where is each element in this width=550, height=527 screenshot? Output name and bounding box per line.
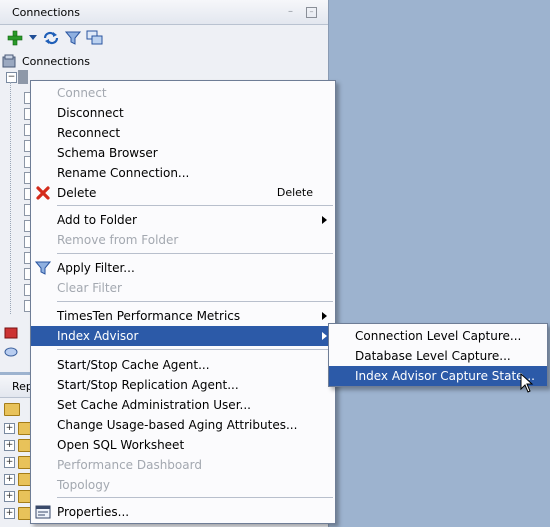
submenu-item-index-advisor-capture-state[interactable]: Index Advisor Capture State... bbox=[329, 366, 547, 386]
add-connection-icon[interactable] bbox=[6, 29, 24, 47]
menu-separator bbox=[57, 497, 333, 498]
menu-item-shortcut: Delete bbox=[276, 186, 313, 199]
submenu-item-label: Connection Level Capture... bbox=[355, 329, 522, 343]
menu-separator bbox=[57, 301, 333, 302]
index-advisor-submenu: Connection Level Capture... Database Lev… bbox=[328, 323, 548, 387]
tree-node[interactable] bbox=[6, 252, 34, 264]
tree-node[interactable] bbox=[6, 300, 34, 312]
menu-item-schema-browser[interactable]: Schema Browser bbox=[31, 143, 335, 163]
menu-separator bbox=[57, 349, 333, 350]
maximize-icon[interactable]: – bbox=[306, 7, 317, 18]
tree-node[interactable] bbox=[6, 220, 34, 232]
submenu-arrow-icon bbox=[322, 216, 327, 224]
tree-node[interactable] bbox=[6, 172, 34, 184]
tree-root-label: Connections bbox=[22, 54, 90, 68]
menu-item-label: TimesTen Performance Metrics bbox=[57, 309, 241, 323]
menu-item-label: Remove from Folder bbox=[57, 233, 179, 247]
menu-item-label: Performance Dashboard bbox=[57, 458, 202, 472]
menu-item-label: Start/Stop Replication Agent... bbox=[57, 378, 239, 392]
menu-item-clear-filter[interactable]: Clear Filter bbox=[31, 278, 335, 298]
mouse-cursor-icon bbox=[520, 373, 534, 393]
filter-icon bbox=[35, 260, 51, 276]
delete-x-icon bbox=[35, 185, 51, 201]
menu-item-label: Index Advisor bbox=[57, 329, 139, 343]
tree-node[interactable] bbox=[6, 140, 34, 152]
menu-item-rename-connection[interactable]: Rename Connection... bbox=[31, 163, 335, 183]
tree-node[interactable] bbox=[6, 236, 34, 248]
tree-node[interactable] bbox=[6, 268, 34, 280]
menu-item-reconnect[interactable]: Reconnect bbox=[31, 123, 335, 143]
menu-item-performance-dashboard[interactable]: Performance Dashboard bbox=[31, 455, 335, 475]
menu-item-properties[interactable]: Properties... bbox=[31, 502, 335, 522]
submenu-item-connection-level-capture[interactable]: Connection Level Capture... bbox=[329, 326, 547, 346]
tree-node[interactable] bbox=[6, 124, 34, 136]
tree-guide-line bbox=[10, 82, 12, 314]
menu-item-label: Clear Filter bbox=[57, 281, 122, 295]
submenu-item-label: Index Advisor Capture State... bbox=[355, 369, 535, 383]
properties-icon bbox=[35, 504, 51, 520]
menu-item-label: Add to Folder bbox=[57, 213, 137, 227]
menu-item-delete[interactable]: Delete Delete bbox=[31, 183, 335, 203]
menu-item-label: Open SQL Worksheet bbox=[57, 438, 185, 452]
menu-item-label: Rename Connection... bbox=[57, 166, 190, 180]
submenu-item-database-level-capture[interactable]: Database Level Capture... bbox=[329, 346, 547, 366]
menu-item-topology[interactable]: Topology bbox=[31, 475, 335, 495]
menu-item-label: Schema Browser bbox=[57, 146, 158, 160]
schema-icon[interactable] bbox=[86, 29, 104, 47]
menu-separator bbox=[57, 205, 333, 206]
submenu-arrow-icon bbox=[322, 312, 327, 320]
menu-item-remove-from-folder[interactable]: Remove from Folder bbox=[31, 230, 335, 250]
filter-icon[interactable] bbox=[64, 29, 82, 47]
menu-item-index-advisor[interactable]: Index Advisor bbox=[31, 326, 335, 346]
menu-item-label: Disconnect bbox=[57, 106, 124, 120]
menu-item-start-stop-replication-agent[interactable]: Start/Stop Replication Agent... bbox=[31, 375, 335, 395]
menu-item-change-aging-attributes[interactable]: Change Usage-based Aging Attributes... bbox=[31, 415, 335, 435]
tree-node[interactable] bbox=[6, 188, 34, 200]
menu-item-start-stop-cache-agent[interactable]: Start/Stop Cache Agent... bbox=[31, 355, 335, 375]
connections-panel-header: Connections – – bbox=[0, 0, 328, 25]
menu-item-label: Properties... bbox=[57, 505, 130, 519]
connection-context-menu: Connect Disconnect Reconnect Schema Brow… bbox=[30, 80, 336, 524]
tree-node[interactable] bbox=[6, 108, 34, 120]
menu-separator bbox=[57, 253, 333, 254]
menu-item-timesten-performance-metrics[interactable]: TimesTen Performance Metrics bbox=[31, 306, 335, 326]
cache-icon bbox=[4, 326, 18, 340]
tree-node[interactable] bbox=[6, 92, 34, 104]
tree-node[interactable] bbox=[6, 156, 34, 168]
menu-item-label: Reconnect bbox=[57, 126, 121, 140]
menu-item-label: Start/Stop Cache Agent... bbox=[57, 358, 210, 372]
menu-item-set-cache-admin-user[interactable]: Set Cache Administration User... bbox=[31, 395, 335, 415]
submenu-item-label: Database Level Capture... bbox=[355, 349, 511, 363]
menu-item-label: Set Cache Administration User... bbox=[57, 398, 251, 412]
minimize-icon[interactable]: – bbox=[288, 6, 293, 17]
refresh-icon[interactable] bbox=[42, 29, 60, 47]
menu-item-label: Delete bbox=[57, 186, 97, 200]
menu-item-apply-filter[interactable]: Apply Filter... bbox=[31, 258, 335, 278]
connections-toolbar bbox=[6, 28, 104, 48]
menu-item-disconnect[interactable]: Disconnect bbox=[31, 103, 335, 123]
menu-item-add-to-folder[interactable]: Add to Folder bbox=[31, 210, 335, 230]
menu-item-label: Topology bbox=[57, 478, 110, 492]
menu-item-label: Connect bbox=[57, 86, 107, 100]
menu-item-label: Change Usage-based Aging Attributes... bbox=[57, 418, 298, 432]
menu-item-label: Apply Filter... bbox=[57, 261, 135, 275]
tree-node[interactable]: − bbox=[6, 70, 28, 84]
panel-title: Connections bbox=[12, 6, 80, 19]
menu-item-open-sql-worksheet[interactable]: Open SQL Worksheet bbox=[31, 435, 335, 455]
reports-root[interactable] bbox=[4, 401, 20, 417]
folder-icon bbox=[4, 402, 20, 416]
dropdown-arrow-icon[interactable] bbox=[28, 29, 38, 47]
tree-node[interactable] bbox=[6, 204, 34, 216]
connections-folder-icon bbox=[2, 54, 16, 68]
connections-tree-root[interactable]: Connections bbox=[2, 53, 90, 69]
tree-node[interactable] bbox=[6, 284, 34, 296]
cloud-icon bbox=[4, 344, 18, 358]
menu-item-connect[interactable]: Connect bbox=[31, 83, 335, 103]
submenu-arrow-icon bbox=[322, 332, 327, 340]
